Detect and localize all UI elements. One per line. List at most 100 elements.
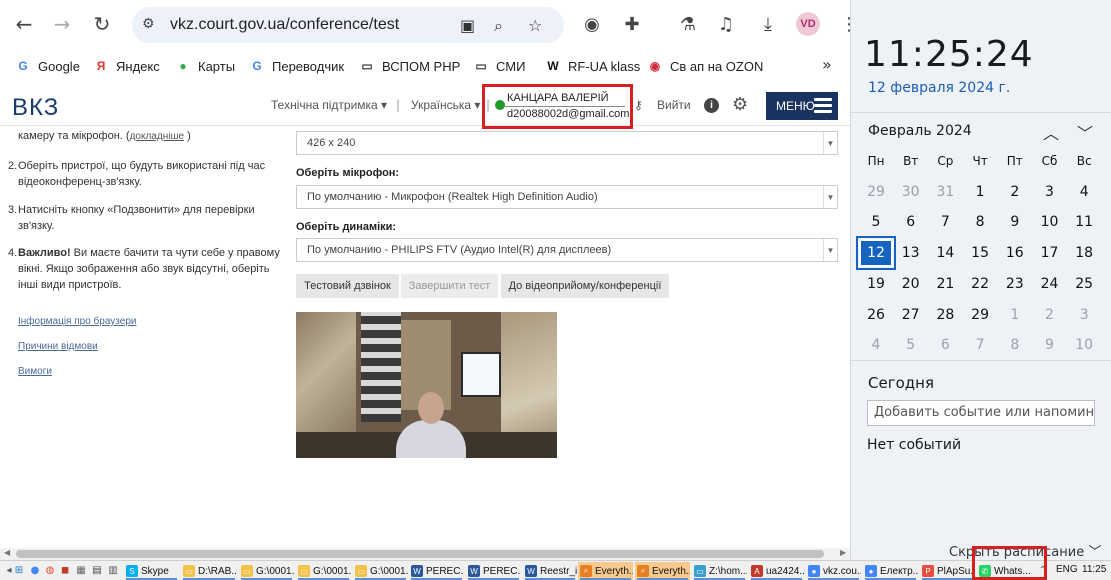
chrome-pinned-icon[interactable]: ● [28, 563, 42, 577]
calendar-day[interactable]: 13 [894, 239, 928, 267]
bookmark-item[interactable]: ● Карты [174, 56, 235, 76]
calendar-day[interactable]: 6 [928, 331, 962, 359]
bookmark-item[interactable]: ▭ ВСПОМ PHP [358, 56, 460, 76]
extensions-icon[interactable]: ✚ [620, 12, 644, 36]
calendar-day-today[interactable]: 12 [856, 236, 896, 271]
previous-month-icon[interactable]: ︿ [1043, 120, 1059, 144]
resolution-select[interactable]: 426 x 240 ▼ [296, 131, 838, 155]
calendar-day[interactable]: 8 [998, 331, 1032, 359]
taskbar-window-button[interactable]: P PlApSu... [920, 562, 975, 580]
scroll-right-icon[interactable]: ▶ [840, 548, 846, 557]
taskbar-window-button[interactable]: ▭G:\0001... [296, 562, 351, 580]
calendar-day[interactable]: 17 [1033, 239, 1067, 267]
calendar-day[interactable]: 9 [998, 208, 1032, 236]
end-test-button[interactable]: Завершити тест [401, 274, 498, 298]
speakers-select[interactable]: По умолчанию - PHILIPS FTV (Аудио Intel(… [296, 238, 838, 262]
bookmark-item[interactable]: G Переводчик [248, 56, 344, 76]
taskbar-window-button[interactable]: WPEREC... [409, 562, 464, 580]
start-windows-icon[interactable]: ⊞ [12, 563, 26, 577]
taskbar-window-button[interactable]: WPEREC... [466, 562, 521, 580]
calendar-day[interactable]: 14 [928, 239, 962, 267]
info-icon[interactable]: i [704, 98, 719, 113]
calendar-day[interactable]: 4 [1067, 178, 1101, 206]
calendar-day[interactable]: 18 [1067, 239, 1101, 267]
taskbar-window-button[interactable]: ● Електр... [863, 562, 918, 580]
pinned-app-icon[interactable]: ▦ [74, 563, 88, 577]
calendar-day[interactable]: 7 [928, 208, 962, 236]
calendar-day[interactable]: 2 [998, 178, 1032, 206]
calendar-day[interactable]: 22 [963, 270, 997, 298]
forward-icon[interactable]: → [48, 10, 76, 38]
bookmark-item[interactable]: G Google [14, 56, 80, 76]
scroll-left-icon[interactable]: ◀ [4, 548, 10, 557]
calendar-day[interactable]: 1 [963, 178, 997, 206]
calendar-day[interactable]: 11 [1067, 208, 1101, 236]
calendar-day[interactable]: 21 [928, 270, 962, 298]
taskbar-window-button[interactable]: ⌕Everyth... [635, 562, 690, 580]
requirements-link[interactable]: Вимоги [18, 366, 52, 377]
download-icon[interactable]: ⤓ [756, 12, 780, 36]
pinned-app-icon[interactable]: ▥ [106, 563, 120, 577]
horizontal-scrollbar[interactable]: ◀ ▶ [0, 548, 850, 560]
calendar-day[interactable]: 23 [998, 270, 1032, 298]
calendar-day[interactable]: 16 [998, 239, 1032, 267]
taskbar-window-button[interactable]: ⌕Everyth... [578, 562, 633, 580]
calendar-month-title[interactable]: Февраль 2024 [868, 123, 972, 139]
support-menu[interactable]: Технічна підтримка ▾ [271, 98, 387, 112]
taskbar-clock[interactable]: 11:25 [1082, 564, 1106, 575]
browser-menu-icon[interactable]: ⋮ [840, 14, 850, 35]
site-logo[interactable]: ВКЗ [12, 94, 59, 122]
menu-button[interactable]: МЕНЮ [766, 92, 838, 120]
calendar-day[interactable]: 30 [894, 178, 928, 206]
more-details-link[interactable]: докладніше [130, 131, 184, 142]
test-call-button[interactable]: Тестовий дзвінок [296, 274, 399, 298]
bookmark-item[interactable]: Я Яндекс [92, 56, 160, 76]
taskbar-window-button[interactable]: ▭G:\0001... [239, 562, 294, 580]
calendar-day[interactable]: 5 [894, 331, 928, 359]
language-menu[interactable]: Українська ▾ [411, 98, 480, 112]
next-month-icon[interactable]: ﹀ [1077, 120, 1093, 144]
clock-date-link[interactable]: 12 февраля 2024 г. [868, 80, 1010, 96]
camera-icon[interactable]: ▣ [460, 16, 475, 35]
bookmark-item[interactable]: ▭ СМИ [472, 56, 525, 76]
media-controls-icon[interactable]: ♫ [714, 12, 738, 36]
color-picker-extension-icon[interactable]: ◉ [580, 12, 604, 36]
input-language-indicator[interactable]: ENG [1056, 564, 1078, 575]
calendar-day[interactable]: 3 [1067, 301, 1101, 329]
calendar-day[interactable]: 7 [963, 331, 997, 359]
calendar-day[interactable]: 19 [859, 270, 893, 298]
calendar-day[interactable]: 8 [963, 208, 997, 236]
reload-icon[interactable]: ↻ [88, 10, 116, 38]
calendar-day[interactable]: 6 [894, 208, 928, 236]
taskbar-window-button[interactable]: ▭G:\0001... [353, 562, 408, 580]
taskbar-window-button[interactable]: ●vkz.cou... [806, 562, 861, 580]
zoom-icon[interactable]: ⌕ [494, 16, 503, 36]
scrollbar-thumb[interactable] [16, 550, 824, 558]
add-event-input[interactable]: Добавить событие или напоминание [867, 400, 1095, 426]
taskbar-window-button[interactable]: ▭ Z:\hom... [692, 562, 747, 580]
calendar-day[interactable]: 27 [894, 301, 928, 329]
calendar-day[interactable]: 10 [1033, 208, 1067, 236]
join-conference-button[interactable]: До відеоприйому/конференції [501, 274, 669, 298]
calendar-day[interactable]: 20 [894, 270, 928, 298]
calendar-day[interactable]: 26 [859, 301, 893, 329]
settings-gear-icon[interactable]: ⚙ [732, 94, 748, 115]
calendar-day[interactable]: 28 [928, 301, 962, 329]
calendar-day[interactable]: 1 [998, 301, 1032, 329]
taskbar-window-button[interactable]: ▭ D:\RAB... [181, 562, 237, 580]
calendar-day[interactable]: 10 [1067, 331, 1101, 359]
calendar-day[interactable]: 25 [1067, 270, 1101, 298]
calendar-day[interactable]: 4 [859, 331, 893, 359]
bookmark-star-icon[interactable]: ☆ [528, 16, 542, 35]
pinned-app-icon[interactable]: ◍ [43, 563, 57, 577]
pinned-app-icon[interactable]: ◼ [58, 563, 72, 577]
taskbar-window-button[interactable]: S Skype [124, 562, 179, 580]
taskbar-window-button[interactable]: Aua2424... [749, 562, 804, 580]
calendar-day[interactable]: 31 [928, 178, 962, 206]
logout-link[interactable]: Вийти [657, 98, 691, 112]
calendar-day[interactable]: 5 [859, 208, 893, 236]
profile-avatar[interactable]: VD [796, 12, 820, 36]
bookmark-item[interactable]: ◉ Св ап на OZON [646, 56, 764, 76]
calendar-day[interactable]: 24 [1033, 270, 1067, 298]
microphone-select[interactable]: По умолчанию - Микрофон (Realtek High De… [296, 185, 838, 209]
